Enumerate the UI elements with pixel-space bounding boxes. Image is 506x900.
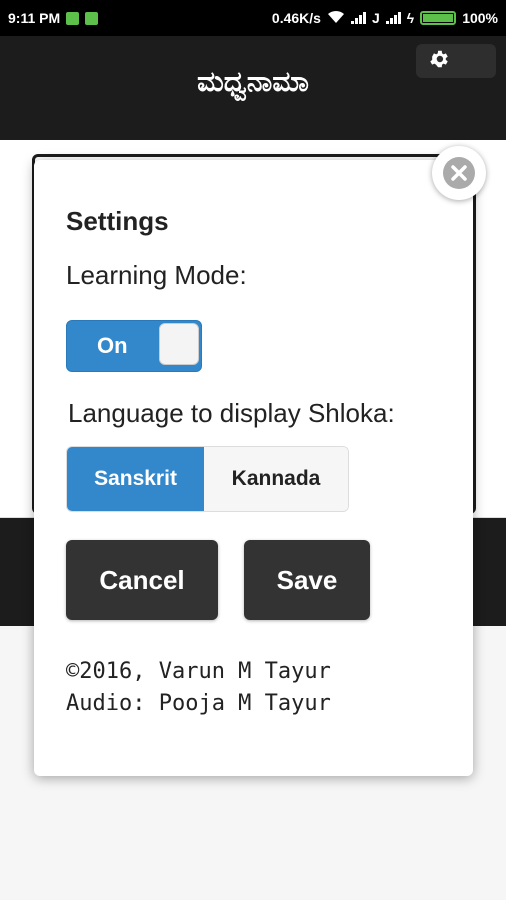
gear-icon [428, 48, 450, 75]
save-button[interactable]: Save [244, 540, 370, 620]
learning-mode-toggle[interactable]: On [66, 320, 202, 372]
signal-icon [350, 12, 366, 24]
language-selector: Sanskrit Kannada [66, 446, 349, 512]
status-bar: 9:11 PM 0.46K/s J ϟ 100% [0, 0, 506, 36]
signal-icon-2 [385, 12, 401, 24]
app-header: ಮಧ್ವನಾಮಾ [0, 36, 506, 140]
carrier-label: J [371, 10, 380, 26]
close-icon [443, 157, 475, 189]
status-time: 9:11 PM [8, 10, 61, 26]
language-option-kannada[interactable]: Kannada [204, 447, 348, 511]
app-notification-icon [85, 11, 99, 25]
battery-percent: 100% [462, 10, 498, 26]
toggle-state-label: On [97, 333, 128, 358]
credits-line-1: ©2016, Varun M Tayur [66, 659, 331, 684]
wifi-icon [327, 10, 345, 27]
charging-icon: ϟ [406, 10, 415, 26]
cancel-button[interactable]: Cancel [66, 540, 218, 620]
toggle-knob[interactable] [159, 323, 199, 365]
settings-dialog: Settings Learning Mode: On Language to d… [34, 160, 473, 776]
learning-mode-label: Learning Mode: [66, 260, 247, 290]
close-button[interactable] [432, 146, 486, 200]
language-label: Language to display Shloka: [68, 398, 395, 428]
notification-icon [66, 11, 80, 25]
battery-icon [420, 11, 457, 25]
settings-button[interactable] [416, 44, 496, 78]
dialog-title: Settings [66, 206, 169, 236]
network-speed: 0.46K/s [271, 10, 321, 26]
language-option-sanskrit[interactable]: Sanskrit [67, 447, 204, 511]
credits: ©2016, Varun M Tayur Audio: Pooja M Tayu… [66, 656, 331, 720]
credits-line-2: Audio: Pooja M Tayur [66, 691, 331, 716]
